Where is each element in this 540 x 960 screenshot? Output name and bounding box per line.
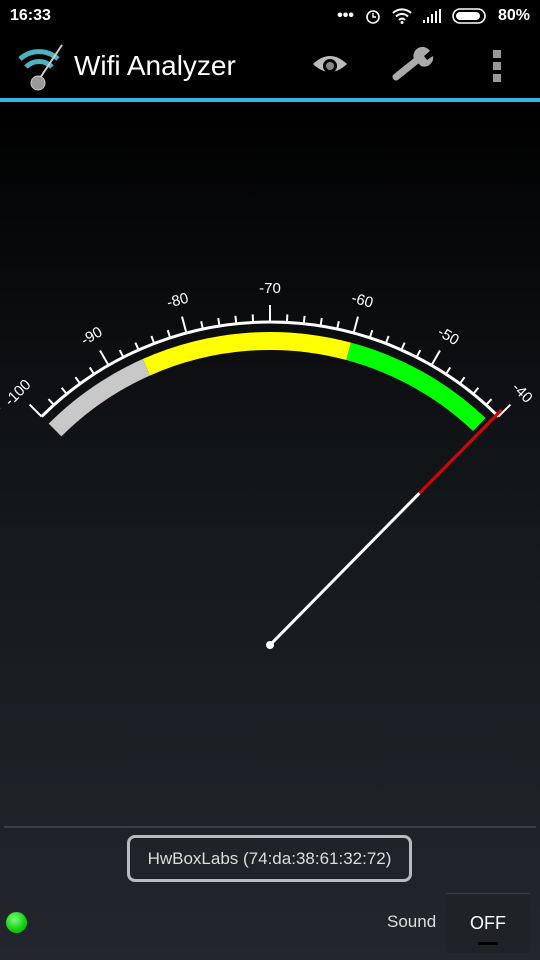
gauge-band: [346, 342, 486, 432]
gauge-minor-tick: [472, 387, 480, 395]
gauge-minor-tick: [445, 366, 452, 375]
gauge-major-tick: [430, 350, 441, 366]
toggle-indicator: [478, 942, 498, 945]
gauge-needle-tip: [418, 408, 503, 495]
app-logo-icon: [18, 44, 63, 91]
gauge-tick-label: -80: [165, 290, 190, 312]
gauge-minor-tick: [150, 335, 156, 344]
gauge-tick-label: -50: [435, 323, 462, 349]
gauge-minor-tick: [384, 335, 390, 344]
eye-icon[interactable]: [311, 52, 349, 80]
app-bar: Wifi Analyzer: [0, 32, 540, 100]
status-indicator-led: [6, 912, 27, 933]
gauge-minor-tick: [368, 329, 374, 339]
gauge-major-tick: [28, 403, 43, 418]
gauge-minor-tick: [400, 342, 406, 351]
gauge-minor-tick: [118, 349, 125, 358]
gauge-tick-label: -70: [259, 280, 281, 297]
clock: 16:33: [10, 7, 51, 24]
gauge-major-tick: [181, 316, 188, 334]
gauge-needle-pivot: [266, 641, 274, 649]
gauge-minor-tick: [415, 349, 422, 358]
gauge-minor-tick: [47, 398, 55, 406]
more-icon: •••: [337, 7, 354, 24]
app-title: Wifi Analyzer: [74, 50, 236, 81]
gauge-minor-tick: [217, 317, 221, 327]
gauge-tick-label: -60: [350, 290, 375, 312]
gauge-major-tick: [352, 316, 359, 334]
gauge-band: [48, 359, 151, 437]
gauge-band: [142, 332, 352, 376]
gauge-area: -100 -90 -80 -70 -60 -50 -40 dBm: [0, 102, 540, 960]
gauge-minor-tick: [60, 387, 68, 395]
gauge-minor-tick: [319, 317, 323, 327]
signal-icon: [422, 9, 441, 23]
sound-toggle-button[interactable]: OFF: [446, 893, 530, 953]
gauge-minor-tick: [485, 398, 493, 406]
status-bar: 16:33 ••• 80%: [0, 0, 540, 32]
gauge-minor-tick: [74, 376, 81, 385]
gauge-tick-label: -90: [78, 323, 105, 349]
gauge-major-tick: [99, 350, 110, 366]
battery-icon: [452, 8, 486, 24]
network-label: HwBoxLabs (74:da:38:61:32:72): [147, 848, 392, 868]
gauge-minor-tick: [234, 315, 238, 324]
gauge-minor-tick: [302, 315, 306, 324]
gauge-unit-label: dBm: [0, 398, 4, 432]
gauge-minor-tick: [459, 376, 466, 385]
gauge-minor-tick: [134, 342, 140, 351]
divider: [4, 826, 536, 828]
gauge-needle: [268, 492, 421, 647]
overflow-menu-icon[interactable]: [492, 48, 502, 84]
gauge-minor-tick: [166, 329, 172, 339]
battery-percent: 80%: [497, 7, 530, 24]
gauge-tick-label: -100: [1, 376, 34, 409]
network-selector-button[interactable]: HwBoxLabs (74:da:38:61:32:72): [127, 835, 412, 882]
sound-toggle-label: OFF: [470, 913, 506, 933]
wrench-icon[interactable]: [392, 47, 436, 83]
gauge-tick-label: -40: [508, 379, 535, 406]
sound-label: Sound: [387, 912, 437, 931]
gauge-minor-tick: [88, 366, 95, 375]
signal-gauge: -100 -90 -80 -70 -60 -50 -40 dBm: [0, 280, 536, 649]
wifi-icon: [392, 8, 412, 24]
alarm-icon: [366, 10, 380, 24]
